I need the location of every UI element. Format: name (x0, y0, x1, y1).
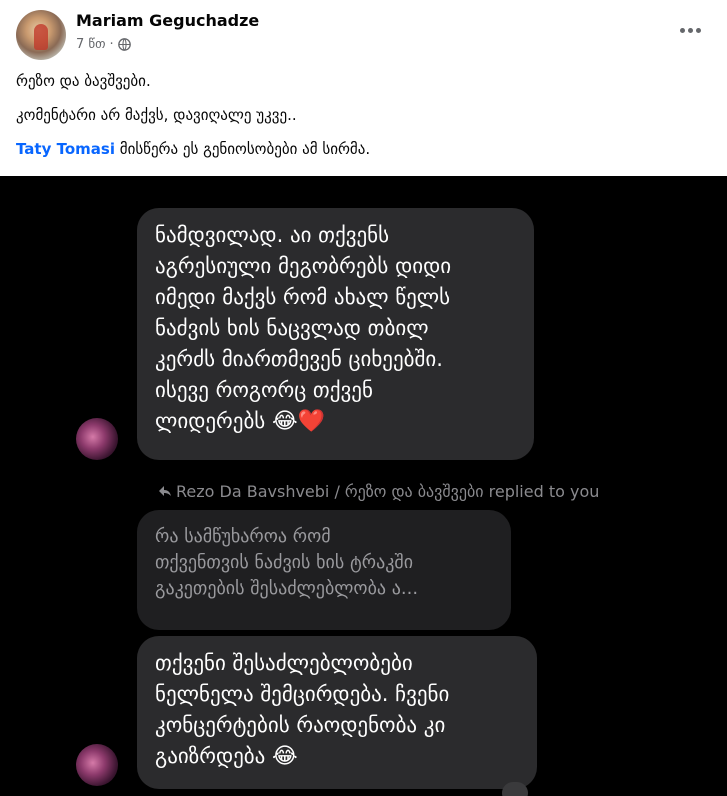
sender-avatar (76, 418, 118, 460)
mention-link[interactable]: Taty Tomasi (16, 140, 115, 158)
message-line: ლიდერებს 😂❤️ (155, 406, 516, 437)
avatar-figure (34, 24, 48, 50)
sender-avatar (76, 744, 118, 786)
post-text-line: კომენტარი არ მაქვს, დავიღალე უკვე.. (16, 106, 297, 124)
laughing-emoji-icon: 😂 (271, 409, 298, 434)
more-options-button[interactable] (676, 18, 704, 42)
message-text: გაიზრდება (155, 744, 266, 768)
mention-suffix: მისწერა ეს გენიოსობები ამ სირმა. (114, 140, 371, 158)
message-line: ნაძვის ხის ნაცვლად თბილ (155, 316, 429, 340)
message-line: გაიზრდება 😂 (155, 741, 519, 772)
quoted-message: რა სამწუხაროა რომ თქვენთვის ნაძვის ხის ტ… (137, 510, 511, 630)
quoted-line: თქვენთვის ნაძვის ხის ტრაკში (155, 552, 414, 573)
chat-screenshot[interactable]: ნამდვილად. აი თქვენს აგრესიული მეგობრებს… (0, 176, 727, 796)
laughing-emoji-icon: 😂 (272, 744, 298, 769)
replied-to-label: Rezo Da Bavshvebi / რეზო და ბავშვები rep… (158, 482, 599, 501)
message-bubble-2: თქვენი შესაძლებლობები ნელნელა შემცირდება… (137, 636, 537, 789)
message-text: ლიდერებს (155, 409, 266, 433)
message-line: აგრესიული მეგობრებს დიდი (155, 254, 452, 278)
post-text-line: რეზო და ბავშვები. (16, 72, 151, 90)
reaction-icon (502, 782, 528, 796)
quoted-line: რა სამწუხაროა რომ (155, 526, 331, 547)
replied-text: Rezo Da Bavshvebi / რეზო და ბავშვები rep… (176, 482, 600, 501)
message-line: ისევე როგორც თქვენ (155, 378, 373, 402)
heart-emoji-icon: ❤️ (297, 409, 326, 434)
message-line: იმედი მაქვს რომ ახალ წელს (155, 285, 451, 309)
globe-icon[interactable] (117, 38, 131, 51)
more-dot (687, 27, 693, 33)
post-header: Mariam Geguchadze 7 წთ · (0, 0, 727, 66)
author-avatar[interactable] (16, 10, 66, 60)
meta-separator: · (109, 37, 114, 52)
more-dot (695, 27, 701, 33)
more-horizontal-icon (679, 27, 685, 33)
message-line: ნელნელა შემცირდება. ჩვენი (155, 682, 450, 706)
author-name[interactable]: Mariam Geguchadze (76, 11, 259, 30)
message-line: ნამდვილად. აი თქვენს (155, 223, 390, 247)
post-time[interactable]: 7 წთ (76, 37, 106, 52)
message-line: თქვენი შესაძლებლობები (155, 651, 413, 675)
message-bubble-1: ნამდვილად. აი თქვენს აგრესიული მეგობრებს… (137, 208, 534, 460)
post-text-mention-line: Taty Tomasi მისწერა ეს გენიოსობები ამ სი… (16, 140, 370, 158)
quoted-line: გაკეთების შესაძლებლობა ა... (155, 578, 419, 599)
message-line: კერძს მიართმევენ ციხეებში. (155, 347, 443, 371)
reply-arrow-icon (158, 482, 172, 501)
message-line: კონცერტების რაოდენობა კი (155, 713, 446, 737)
post-meta: 7 წთ · (76, 37, 131, 52)
